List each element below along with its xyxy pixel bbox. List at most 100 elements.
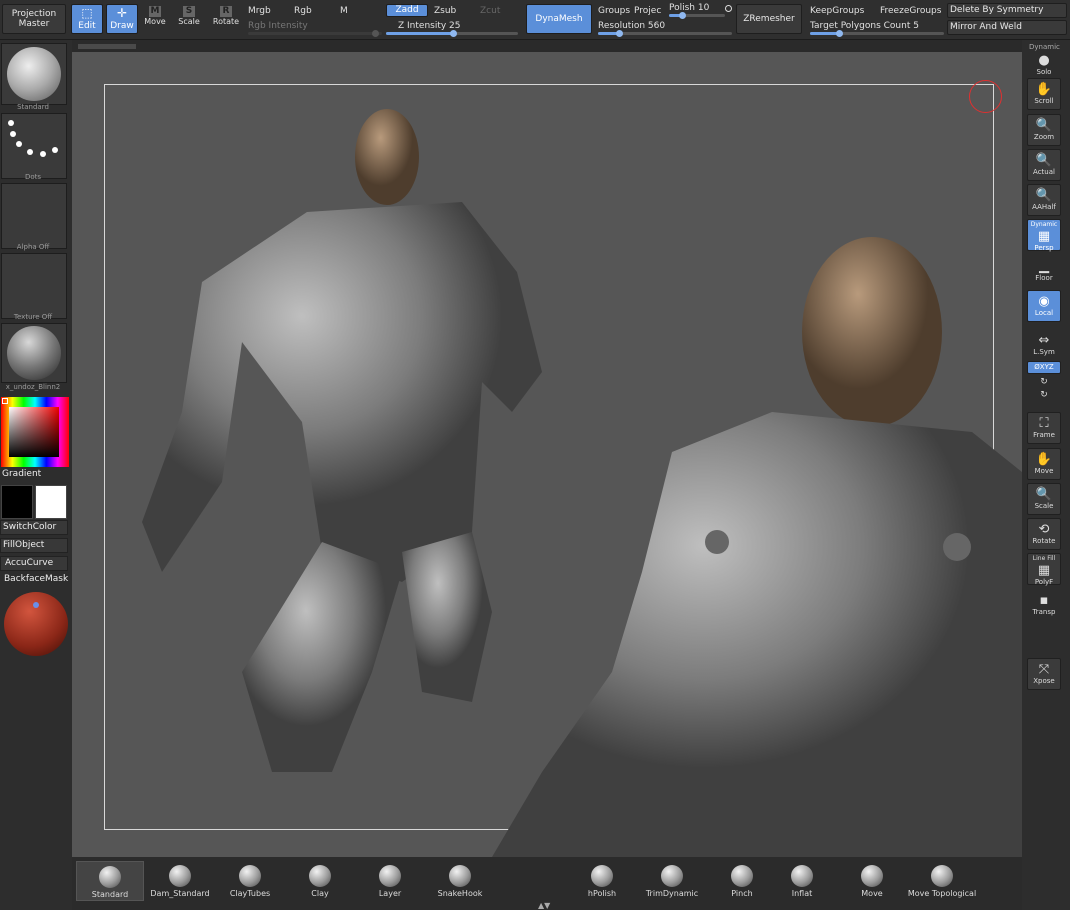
backfacemask-button[interactable]: BackfaceMask [0,573,68,588]
color-picker-square[interactable] [9,407,59,457]
polish-label: Polish 10 [669,3,710,13]
brush-thumbnail[interactable] [1,43,67,105]
rgb-intensity-slider[interactable]: Rgb Intensity [248,21,308,31]
brush-label: hPolish [587,889,617,898]
freezegroups-toggle[interactable]: FreezeGroups [880,6,941,16]
projec-toggle[interactable]: Projec [634,6,661,16]
stroke-thumbnail[interactable] [1,113,67,179]
light-position-dot[interactable] [33,602,39,608]
persp-button[interactable]: Dynamic ▦ Persp [1027,219,1061,252]
zadd-button[interactable]: Zadd [386,4,428,17]
delete-by-symmetry-button[interactable]: Delete By Symmetry [947,3,1067,18]
aahalf-button[interactable]: 🔍 AAHalf [1027,184,1061,216]
polyf-label: PolyF [1034,578,1054,586]
main-color-swatch[interactable] [1,485,33,519]
xpose-button[interactable]: ⤧ Xpose [1027,658,1061,690]
viewport-scrollbar[interactable] [78,44,136,49]
floor-button[interactable]: ▁ Floor [1027,256,1061,288]
rgb-button[interactable]: Rgb [294,6,312,16]
brush-layer[interactable]: Layer [356,861,424,901]
target-polygons-slider[interactable] [810,30,944,37]
frame-button[interactable]: ⛶ Frame [1027,412,1061,444]
switchcolor-button[interactable]: SwitchColor [0,520,68,535]
scale-label: Scale [178,17,200,26]
color-picker[interactable] [1,397,69,467]
brush-clay[interactable]: Clay [286,861,354,901]
brush-standard[interactable]: Standard [76,861,144,901]
scale-view-button[interactable]: 🔍 Scale [1027,483,1061,515]
rotate-view-button[interactable]: ⟲ Rotate [1027,518,1061,550]
dynamesh-button[interactable]: DynaMesh [526,4,592,34]
brush-claytubes[interactable]: ClayTubes [216,861,284,901]
m-button[interactable]: M [340,6,348,16]
zoom-button[interactable]: 🔍 Zoom [1027,114,1061,146]
brush-dam-standard[interactable]: Dam_Standard [146,861,214,901]
brush-label: TrimDynamic [645,889,699,898]
rotate-axis-icons[interactable]: ↻ ↻ [1027,376,1061,406]
lsym-button[interactable]: ⇔ L.Sym [1027,330,1061,356]
accucurve-button[interactable]: AccuCurve [0,556,68,571]
solo-icon: ● [1038,53,1050,68]
resolution-slider[interactable] [598,30,732,37]
zcut-button[interactable]: Zcut [480,6,500,16]
brush-trimdynamic[interactable]: TrimDynamic [638,861,706,901]
shelf-expand-arrow-icon[interactable]: ▲▼ [538,901,550,910]
document-canvas[interactable] [72,52,1022,857]
color-picker-cursor [2,398,8,404]
trimdynamic-brush-icon [661,865,683,887]
brush-label: SnakeHook [437,889,483,898]
zoom-icon: 🔍 [1035,118,1053,133]
layer-brush-icon [379,865,401,887]
brush-snakehook[interactable]: SnakeHook [426,861,494,901]
alpha-thumbnail[interactable] [1,183,67,249]
draw-button[interactable]: ✛ Draw [106,4,138,34]
projection-master-button[interactable]: Projection Master [2,4,66,34]
solo-button[interactable]: ● Solo [1027,50,1061,76]
rotate-icon: R [220,6,232,17]
transp-button[interactable]: ▪ Transp [1027,590,1061,622]
brush-label: Standard [17,103,49,111]
polyf-button[interactable]: Line Fill ▦ PolyF [1027,553,1061,586]
texture-thumbnail[interactable] [1,253,67,319]
xyz-button[interactable]: ØXYZ [1027,361,1061,374]
z-intensity-slider[interactable] [386,30,518,37]
rotate-view-label: Rotate [1032,537,1056,545]
rotate-button[interactable]: R Rotate [212,6,240,27]
move-view-label: Move [1034,467,1054,475]
dots-stroke-icon [8,120,58,157]
groups-toggle[interactable]: Groups [598,6,630,16]
brush-inflat[interactable]: Inflat [768,861,836,901]
scroll-button[interactable]: ✋ Scroll [1027,78,1061,110]
mirror-and-weld-button[interactable]: Mirror And Weld [947,20,1067,35]
secondary-color-swatch[interactable] [35,485,67,519]
actual-button[interactable]: 🔍 Actual [1027,149,1061,181]
lsym-label: L.Sym [1033,348,1055,356]
keepgroups-toggle[interactable]: KeepGroups [810,6,864,16]
polish-circle-icon[interactable] [725,5,732,12]
brush-move[interactable]: Move [838,861,906,901]
zremesher-button[interactable]: ZRemesher [736,4,802,34]
lightbox-sphere[interactable] [4,592,68,656]
brush-move-topological[interactable]: Move Topological [904,861,980,901]
mrgb-button[interactable]: Mrgb [248,6,271,16]
move-button[interactable]: M Move [143,6,167,27]
fillobject-button[interactable]: FillObject [0,538,68,553]
local-button[interactable]: ◉ Local [1027,290,1061,322]
move-brush-icon [861,865,883,887]
brush-hpolish[interactable]: hPolish [568,861,636,901]
rgb-intensity-track[interactable] [248,30,382,37]
edit-button[interactable]: ⬚ Edit [71,4,103,34]
move-view-button[interactable]: ✋ Move [1027,448,1061,480]
zsub-button[interactable]: Zsub [434,6,456,16]
material-thumbnail[interactable] [1,323,67,383]
brush-label: Clay [311,889,329,898]
zoom-label: Zoom [1033,133,1055,141]
brush-pinch[interactable]: Pinch [708,861,776,901]
move-label: Move [144,17,166,26]
local-label: Local [1034,309,1054,317]
polish-slider[interactable] [669,12,725,19]
transp-icon: ▪ [1039,593,1049,608]
scale-button[interactable]: S Scale [177,6,201,27]
move-topological-brush-icon [931,865,953,887]
brush-cursor-circle [969,80,1002,113]
